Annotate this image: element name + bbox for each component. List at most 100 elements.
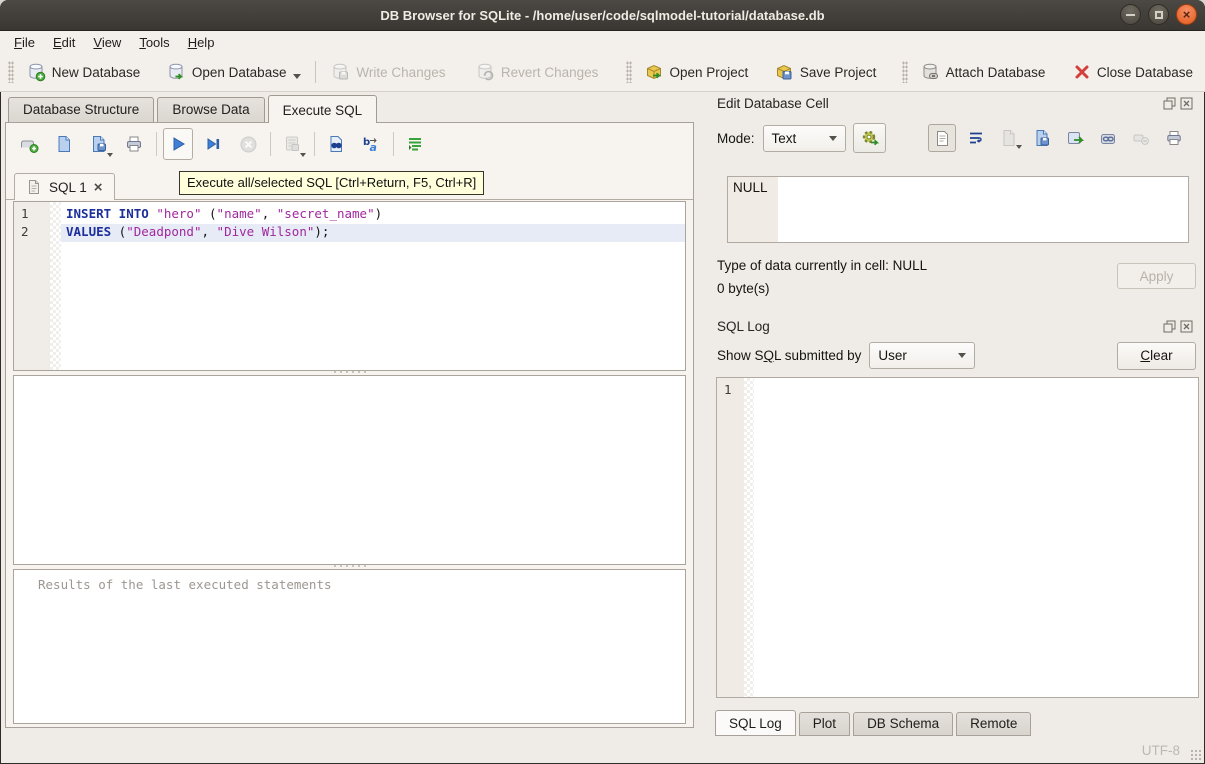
- stop-button[interactable]: [233, 128, 263, 160]
- toolbar-drag-handle[interactable]: [902, 61, 908, 83]
- menu-tools[interactable]: Tools: [130, 33, 178, 52]
- sql-editor[interactable]: 1 2 INSERT INTO "hero" ("name", "secret_…: [13, 201, 686, 371]
- toolbar-drag-handle[interactable]: [626, 61, 632, 83]
- cell-value-input[interactable]: [778, 177, 1188, 242]
- cell-type-info: Type of data currently in cell: NULL: [717, 258, 927, 273]
- sql-log-view[interactable]: 1: [716, 377, 1199, 698]
- tab-sql-log[interactable]: SQL Log: [715, 710, 796, 736]
- save-results-button[interactable]: [277, 128, 307, 160]
- app-window: DB Browser for SQLite - /home/user/code/…: [0, 0, 1205, 764]
- dock-close-icon[interactable]: [1180, 320, 1193, 333]
- tab-execute-sql[interactable]: Execute SQL: [268, 95, 378, 123]
- sql-string: "Dive Wilson": [217, 224, 315, 239]
- svg-text:a: a: [370, 141, 377, 154]
- open-sql-tab-button[interactable]: [14, 128, 44, 160]
- log-content: [754, 378, 1198, 697]
- cell-editor-toolbar: [928, 124, 1194, 152]
- sql-text: (: [201, 206, 216, 221]
- sql-code-area[interactable]: INSERT INTO "hero" ("name", "secret_name…: [61, 202, 685, 370]
- sql-log-filter-row: Show SQL submitted by User Clear: [717, 341, 1196, 370]
- open-project-button[interactable]: Open Project: [636, 58, 757, 86]
- sql-file-tab[interactable]: SQL 1 ×: [14, 173, 115, 200]
- sql-text: );: [314, 224, 329, 239]
- print-cell-button[interactable]: [1161, 125, 1187, 151]
- find-button[interactable]: [321, 128, 351, 160]
- open-project-label: Open Project: [670, 65, 749, 80]
- database-open-icon: [166, 62, 186, 82]
- chevron-down-icon: [293, 74, 301, 79]
- results-table-pane[interactable]: [13, 375, 686, 565]
- menu-edit[interactable]: Edit: [44, 33, 84, 52]
- sql-tab-label: SQL 1: [49, 180, 87, 195]
- dock-float-icon[interactable]: [1163, 97, 1176, 110]
- menu-help[interactable]: Help: [179, 33, 224, 52]
- mode-select[interactable]: Text: [763, 125, 847, 152]
- copy-link-button[interactable]: [1095, 125, 1121, 151]
- resize-grip-icon[interactable]: [1190, 749, 1202, 761]
- save-project-label: Save Project: [800, 65, 877, 80]
- tab-remote[interactable]: Remote: [956, 712, 1031, 736]
- open-in-editor-button[interactable]: [996, 125, 1022, 151]
- write-changes-button[interactable]: Write Changes: [322, 58, 453, 86]
- toolbar-drag-handle[interactable]: [8, 61, 14, 83]
- set-null-button[interactable]: [1128, 125, 1154, 151]
- main-toolbar: New Database Open Database Write Changes…: [0, 53, 1205, 92]
- tab-close-icon[interactable]: ×: [94, 180, 103, 195]
- tab-browse-data[interactable]: Browse Data: [157, 97, 264, 122]
- right-panel: Edit Database Cell Mode: Text: [706, 91, 1199, 735]
- dock-float-icon[interactable]: [1163, 320, 1176, 333]
- chevron-down-icon: [107, 153, 113, 157]
- export-file-icon: [1066, 129, 1084, 147]
- save-sql-file-button[interactable]: [84, 128, 114, 160]
- log-line-number: 1: [724, 382, 744, 397]
- save-project-button[interactable]: Save Project: [766, 58, 885, 86]
- clear-log-button[interactable]: Clear: [1117, 342, 1196, 370]
- write-changes-label: Write Changes: [356, 65, 445, 80]
- replace-button[interactable]: ba: [356, 128, 386, 160]
- submitted-by-value: User: [870, 348, 957, 363]
- submitted-by-select[interactable]: User: [869, 342, 975, 369]
- panel-splitter[interactable]: [694, 91, 706, 735]
- sql-log-title: SQL Log: [717, 319, 770, 334]
- export-data-button[interactable]: [1062, 125, 1088, 151]
- maximize-button[interactable]: [1148, 4, 1169, 25]
- execute-all-button[interactable]: [163, 128, 193, 160]
- apply-button[interactable]: Apply: [1117, 263, 1196, 289]
- word-wrap-button[interactable]: [963, 125, 989, 151]
- print-icon: [1165, 129, 1183, 147]
- tab-db-schema[interactable]: DB Schema: [853, 712, 953, 736]
- execute-tooltip: Execute all/selected SQL [Ctrl+Return, F…: [179, 171, 484, 195]
- dock-close-icon[interactable]: [1180, 97, 1193, 110]
- chevron-down-icon: [300, 153, 306, 157]
- apply-default-button[interactable]: [853, 123, 886, 153]
- close-button[interactable]: ×: [1176, 4, 1197, 25]
- import-data-button[interactable]: [1029, 125, 1055, 151]
- tab-plot[interactable]: Plot: [799, 712, 850, 736]
- link-icon: [1099, 129, 1117, 147]
- execute-sql-panel: ba SQL 1: [5, 122, 694, 728]
- cell-value-editor[interactable]: NULL: [727, 176, 1189, 243]
- open-sql-file-button[interactable]: [49, 128, 79, 160]
- maximize-icon: [1155, 11, 1163, 19]
- tab-database-structure[interactable]: Database Structure: [8, 97, 154, 122]
- open-database-button[interactable]: Open Database: [158, 58, 310, 86]
- cell-mode-row: Mode: Text: [717, 123, 1194, 153]
- sql-toolbar: ba: [14, 128, 435, 160]
- menubar: File Edit View Tools Help: [0, 31, 1205, 53]
- set-null-icon: [1132, 129, 1150, 147]
- execution-results-pane[interactable]: Results of the last executed statements: [13, 569, 686, 724]
- close-database-button[interactable]: Close Database: [1065, 59, 1201, 85]
- revert-changes-button[interactable]: Revert Changes: [467, 58, 607, 86]
- print-button[interactable]: [119, 128, 149, 160]
- menu-file[interactable]: File: [5, 33, 44, 52]
- new-database-button[interactable]: New Database: [18, 58, 149, 86]
- execute-line-button[interactable]: [198, 128, 228, 160]
- window-title: DB Browser for SQLite - /home/user/code/…: [380, 8, 824, 23]
- encoding-indicator[interactable]: UTF-8: [1142, 743, 1180, 758]
- minimize-button[interactable]: [1120, 4, 1141, 25]
- replace-icon: ba: [361, 134, 381, 154]
- format-sql-button[interactable]: [400, 128, 430, 160]
- attach-database-button[interactable]: Attach Database: [912, 58, 1054, 86]
- menu-view[interactable]: View: [84, 33, 130, 52]
- text-mode-button[interactable]: [928, 124, 956, 152]
